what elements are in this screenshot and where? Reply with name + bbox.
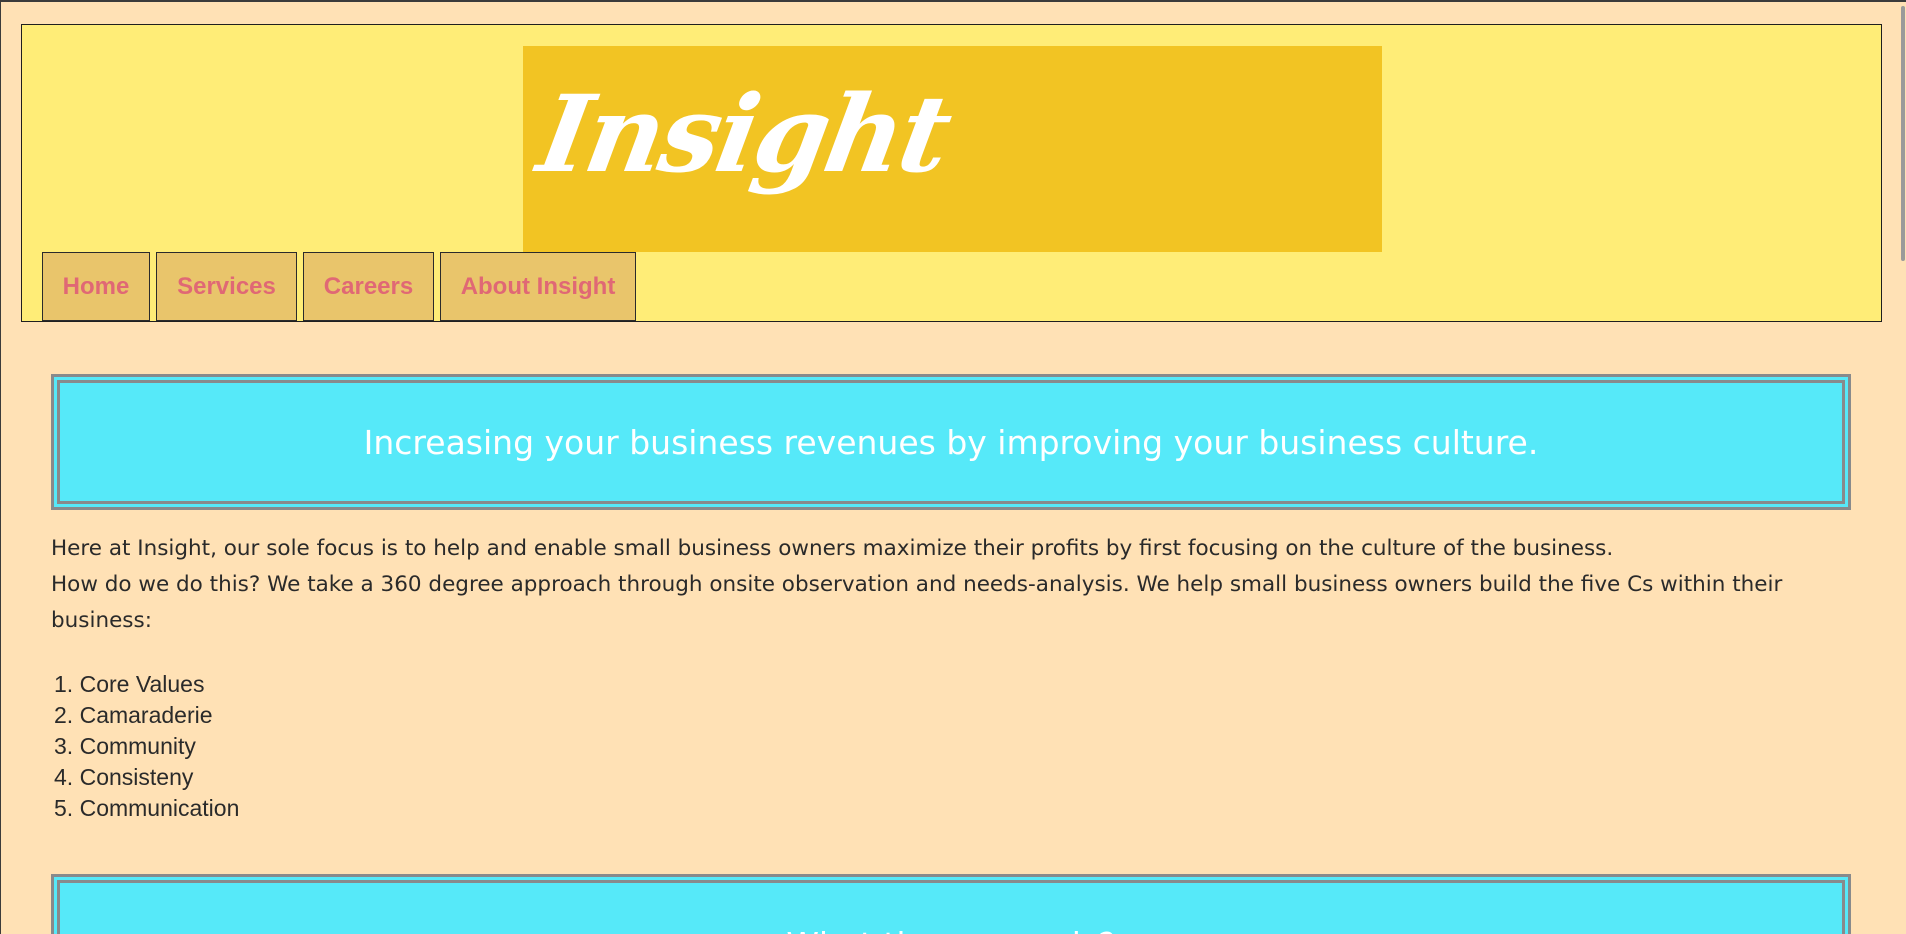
headline-banner: Increasing your business revenues by imp… <box>51 374 1851 510</box>
logo-text: Insight <box>530 71 958 196</box>
intro-text: Here at Insight, our sole focus is to he… <box>51 531 1861 639</box>
site-header: Insight Home Services Careers About Insi… <box>21 24 1882 322</box>
scrollbar[interactable] <box>1898 2 1906 934</box>
list-number: 5. <box>54 795 74 821</box>
list-item: 4. Consisteny <box>51 762 239 793</box>
list-item: 5. Communication <box>51 793 239 824</box>
list-label: Core Values <box>79 671 205 697</box>
list-number: 1. <box>54 671 74 697</box>
list-number: 3. <box>54 733 74 759</box>
list-item: 1. Core Values <box>51 669 239 700</box>
list-label: Communication <box>79 795 240 821</box>
list-number: 2. <box>54 702 74 728</box>
list-label: Camaraderie <box>79 702 213 728</box>
money-banner: What the money is? <box>51 874 1851 934</box>
nav-careers[interactable]: Careers <box>303 252 434 321</box>
nav-home[interactable]: Home <box>42 252 150 321</box>
logo[interactable]: Insight <box>523 46 1382 252</box>
list-item: 2. Camaraderie <box>51 700 239 731</box>
list-label: Consisteny <box>79 764 194 790</box>
money-banner-text: What the money is? <box>786 925 1115 934</box>
list-label: Community <box>79 733 196 759</box>
headline-text: Increasing your business revenues by imp… <box>363 422 1539 462</box>
nav-about-insight[interactable]: About Insight <box>440 252 636 321</box>
five-cs-list: 1. Core Values 2. Camaraderie 3. Communi… <box>51 669 239 824</box>
intro-paragraph-2: How do we do this? We take a 360 degree … <box>51 572 1783 633</box>
scrollbar-thumb[interactable] <box>1901 6 1905 261</box>
intro-paragraph-1: Here at Insight, our sole focus is to he… <box>51 536 1614 561</box>
list-item: 3. Community <box>51 731 239 762</box>
page: Insight Home Services Careers About Insi… <box>0 0 1906 934</box>
list-number: 4. <box>54 764 74 790</box>
nav-services[interactable]: Services <box>156 252 297 321</box>
main-nav: Home Services Careers About Insight <box>42 252 636 321</box>
